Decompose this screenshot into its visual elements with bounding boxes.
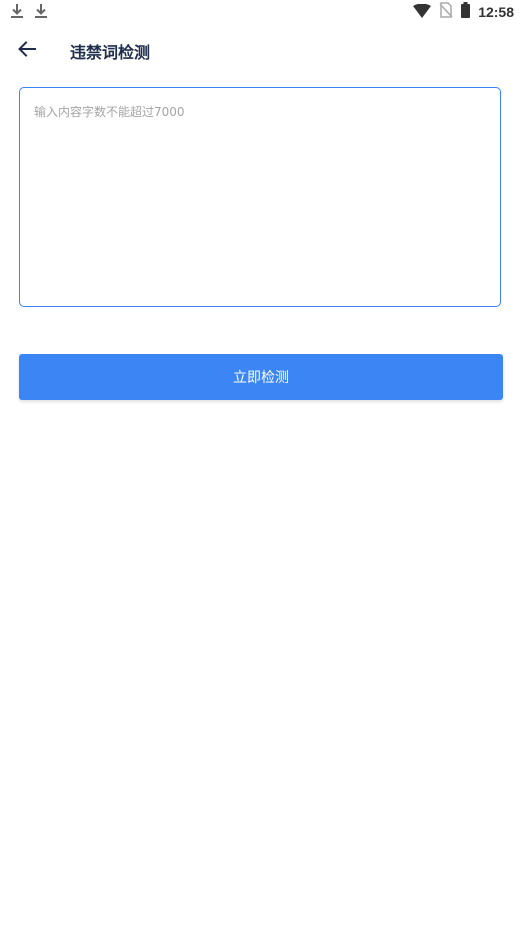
arrow-left-icon xyxy=(18,41,36,61)
battery-icon xyxy=(461,2,471,22)
download-icon xyxy=(10,3,24,19)
detect-button[interactable]: 立即检测 xyxy=(19,354,503,400)
page-title: 违禁词检测 xyxy=(70,43,151,62)
status-notifications xyxy=(10,3,48,19)
content-input[interactable] xyxy=(19,87,501,307)
status-time: 12:58 xyxy=(478,4,514,20)
status-bar: 12:58 xyxy=(0,0,522,24)
wifi-icon xyxy=(413,3,432,22)
download-icon xyxy=(34,3,48,19)
toolbar: 违禁词检测 xyxy=(0,26,522,76)
status-system: 12:58 xyxy=(413,2,514,22)
back-button[interactable] xyxy=(12,36,42,66)
no-sim-icon xyxy=(439,2,453,22)
